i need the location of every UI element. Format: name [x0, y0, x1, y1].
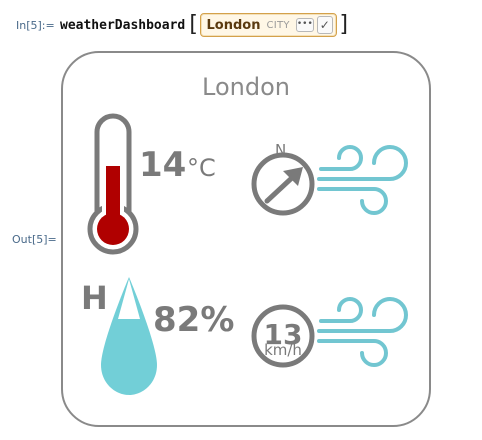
- entity-type: CITY: [266, 19, 290, 31]
- function-name[interactable]: weatherDashboard: [60, 18, 185, 33]
- temperature-value: 14: [139, 145, 187, 185]
- temperature-unit: °C: [187, 154, 216, 182]
- dashboard-graphics: [87, 113, 408, 395]
- output-cell-label: Out[5]=: [12, 233, 57, 246]
- more-options-button[interactable]: •••: [295, 18, 314, 32]
- open-bracket: [: [186, 12, 200, 37]
- water-drop-icon: [101, 277, 157, 395]
- entity-name: London: [206, 17, 261, 33]
- compass-north-label: N: [275, 141, 287, 159]
- confirm-check-button[interactable]: ✓: [316, 16, 333, 34]
- input-expression[interactable]: weatherDashboard [ London CITY ••• ✓ ]: [60, 11, 352, 39]
- wind-icon: [317, 297, 408, 367]
- thermometer-icon: [87, 113, 139, 255]
- compass-icon: [251, 152, 315, 216]
- city-entity-box[interactable]: London CITY ••• ✓: [200, 13, 337, 37]
- close-bracket: ]: [337, 12, 352, 37]
- humidity-value: 82%: [153, 300, 235, 340]
- weather-dashboard-panel: London 14 °C N H 82% 13 km/h: [61, 51, 431, 427]
- humidity-letter: H: [81, 279, 108, 317]
- wind-icon: [317, 145, 408, 215]
- input-cell-label: In[5]:=: [16, 19, 55, 32]
- wind-speed-unit: km/h: [264, 341, 302, 359]
